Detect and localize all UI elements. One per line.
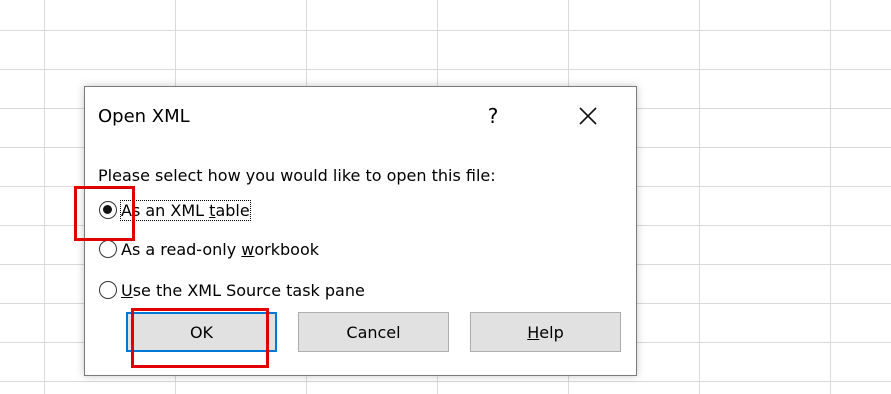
- cancel-button[interactable]: Cancel: [298, 312, 449, 352]
- ok-button[interactable]: OK: [126, 312, 277, 352]
- option-label-xml-source-task-pane: Use the XML Source task pane: [121, 281, 365, 300]
- option-mnemonic: w: [241, 239, 255, 259]
- grid-row-line: [0, 30, 891, 31]
- help-button[interactable]: Help: [470, 312, 621, 352]
- radio-option-xml-source-task-pane[interactable]: Use the XML Source task pane: [99, 278, 365, 302]
- radio-button[interactable]: [99, 240, 117, 258]
- help-button-mnemonic: H: [527, 322, 540, 342]
- dialog-prompt: Please select how you would like to open…: [98, 166, 496, 185]
- option-text: As an XML: [121, 200, 210, 220]
- grid-column-line: [699, 0, 700, 394]
- excel-worksheet-background: Open XML ? Please select how you would l…: [0, 0, 891, 394]
- grid-row-line: [0, 69, 891, 70]
- option-mnemonic: U: [121, 280, 133, 300]
- open-xml-dialog: Open XML ? Please select how you would l…: [84, 86, 637, 376]
- radio-option-read-only-workbook[interactable]: As a read-only workbook: [99, 237, 319, 261]
- option-text: able: [215, 200, 250, 220]
- option-text: se the XML Source task pane: [132, 280, 365, 300]
- option-label-read-only-workbook: As a read-only workbook: [121, 240, 319, 259]
- close-icon-glyph: [579, 107, 597, 125]
- close-icon[interactable]: [573, 101, 603, 131]
- grid-row-line: [0, 381, 891, 382]
- radio-button-selected[interactable]: [99, 201, 117, 219]
- option-text: As a read-only: [121, 239, 242, 259]
- radio-option-xml-table[interactable]: As an XML table: [99, 198, 251, 222]
- dialog-title: Open XML: [98, 106, 190, 127]
- option-text: orkbook: [254, 239, 320, 259]
- option-label-xml-table: As an XML table: [120, 199, 251, 221]
- help-icon[interactable]: ?: [481, 101, 505, 131]
- radio-button[interactable]: [99, 281, 117, 299]
- grid-column-line: [830, 0, 831, 394]
- grid-column-line: [44, 0, 45, 394]
- help-button-text: elp: [539, 322, 564, 342]
